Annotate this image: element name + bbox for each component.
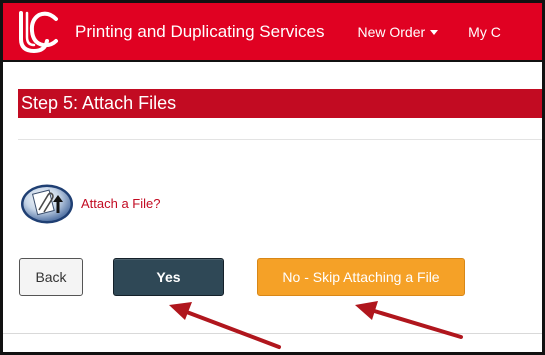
annotation-arrow-yes [169,302,281,349]
uc-logo[interactable] [9,4,65,60]
attach-file-link[interactable]: Attach a File? [81,196,161,211]
divider [3,333,542,334]
annotation-arrow-skip [355,301,463,339]
caret-down-icon [430,30,439,35]
divider [18,139,542,140]
screenshot-frame: Printing and Duplicating Services New Or… [0,0,545,355]
paperclip-upload-icon[interactable] [19,183,75,225]
brand-title[interactable]: Printing and Duplicating Services [75,22,324,42]
nav-new-order-label: New Order [357,23,426,40]
uc-logo-icon [19,10,58,53]
step-title: Step 5: Attach Files [18,89,542,118]
nav-new-order[interactable]: New Order [357,23,439,40]
nav-my-account-truncated[interactable]: My C [468,24,501,40]
skip-attach-button[interactable]: No - Skip Attaching a File [257,258,465,296]
top-navbar: Printing and Duplicating Services New Or… [3,3,542,62]
back-button[interactable]: Back [19,258,83,296]
yes-button[interactable]: Yes [113,258,224,296]
